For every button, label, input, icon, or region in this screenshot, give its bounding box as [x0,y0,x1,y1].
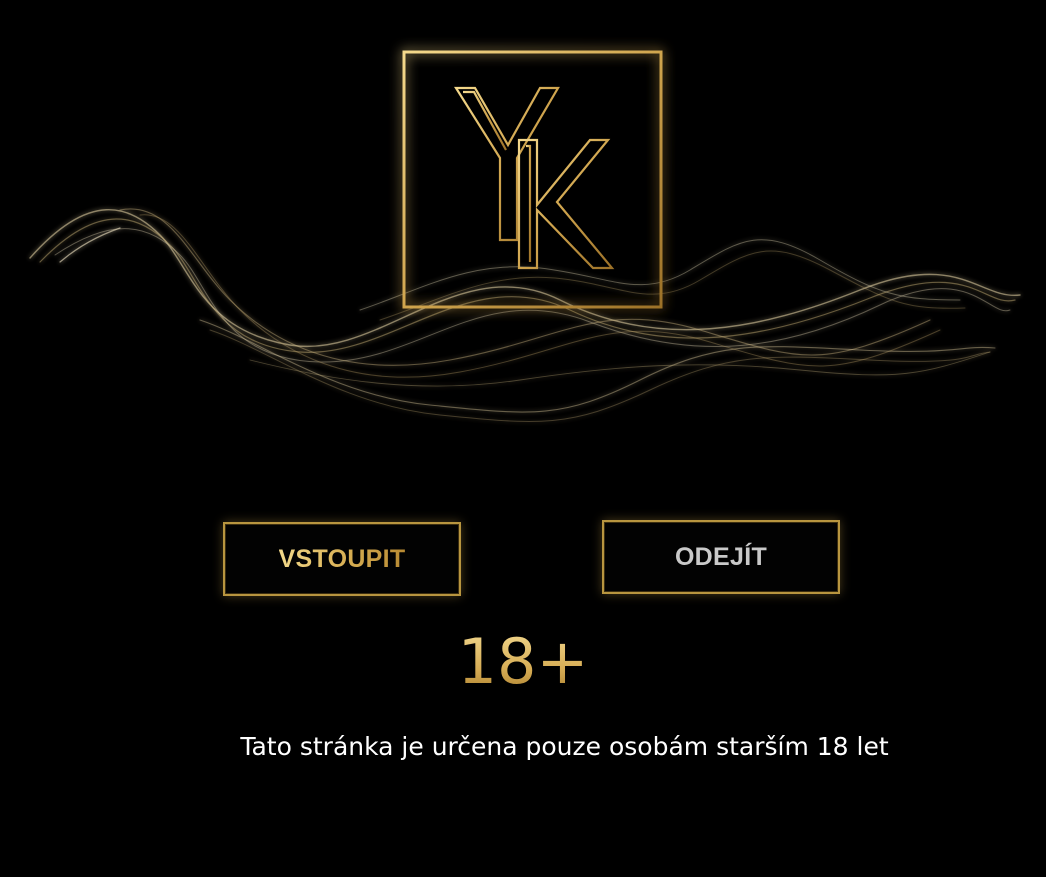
logo-letter-k [517,138,615,270]
smoke-ribbons [29,208,1021,422]
age-badge: 18+ [0,626,1046,698]
hero-banner [0,0,1046,480]
hero-graphic [29,50,1021,422]
enter-button-label: VSTOUPIT [278,544,406,573]
age-badge-text: 18+ [457,625,589,698]
enter-button[interactable]: VSTOUPIT [223,522,461,596]
leave-button-label: ODEJÍT [674,542,768,571]
leave-button[interactable]: ODEJÍT [602,520,840,594]
age-notice: Tato stránka je určena pouze osobám star… [240,732,889,761]
logo [402,50,663,309]
